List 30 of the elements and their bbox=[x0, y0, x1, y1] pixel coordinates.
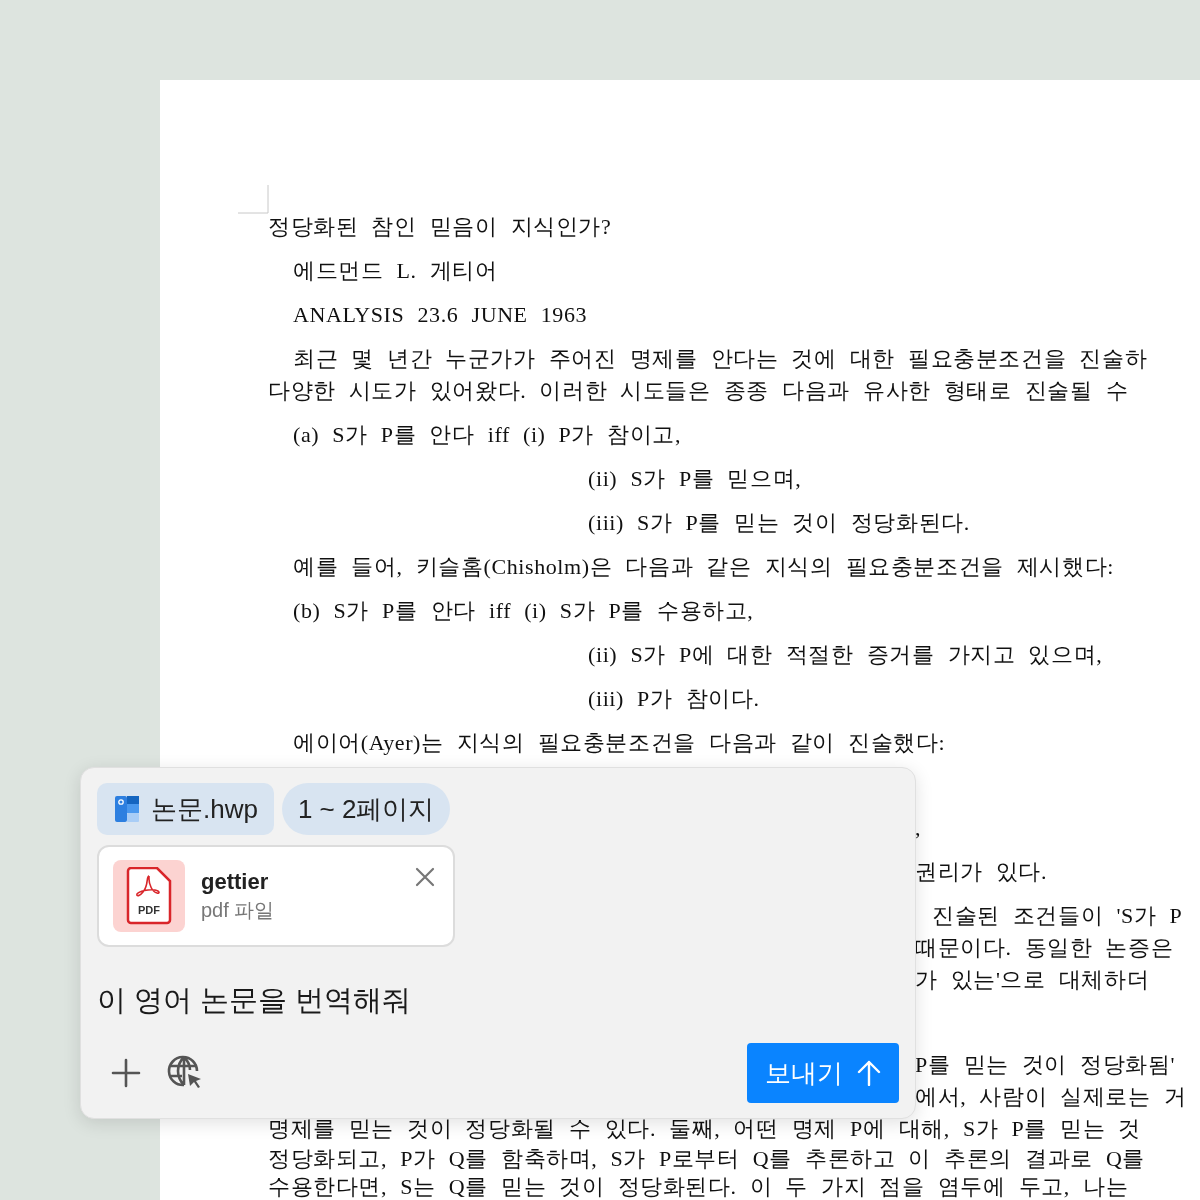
document-text-line: (ii) S가 P에 대한 적절한 증거를 가지고 있으며, bbox=[588, 642, 1103, 667]
document-text-line: 에드먼드 L. 게티어 bbox=[293, 258, 498, 283]
page-range-chip[interactable]: 1 ~ 2페이지 bbox=[281, 783, 451, 835]
send-button[interactable]: 보내기 bbox=[747, 1043, 899, 1103]
document-text-line: , bbox=[915, 815, 922, 840]
file-type-label: PDF bbox=[137, 904, 161, 916]
document-text-line: 가 있는'으로 대체하더 bbox=[915, 967, 1150, 992]
document-text-line: 최근 몇 년간 누군가가 주어진 명제를 안다는 것에 대한 필요충분조건을 진술하 bbox=[293, 346, 1148, 371]
document-text-line: 진술된 조건들이 'S가 P bbox=[932, 903, 1183, 928]
document-text-line: P를 믿는 것이 정당화됨' bbox=[915, 1052, 1176, 1077]
document-text-line: (iii) P가 참이다. bbox=[588, 686, 760, 711]
document-text-line: (b) S가 P를 안다 iff (i) S가 P를 수용하고, bbox=[293, 598, 754, 623]
document-text-line: 때문이다. 동일한 논증은 bbox=[915, 935, 1174, 960]
document-text-line: 다양한 시도가 있어왔다. 이러한 시도들은 종종 다음과 유사한 형태로 진술될 수 bbox=[268, 378, 1129, 403]
document-text-line: 정당화된 참인 믿음이 지식인가? bbox=[268, 214, 612, 239]
document-text-line: 에이어(Ayer)는 지식의 필요충분조건을 다음과 같이 진술했다: bbox=[293, 730, 946, 755]
document-text-line: 수용한다면, S는 Q를 믿는 것이 정당화된다. 이 두 가지 점을 염두에 두고, 나는 bbox=[268, 1174, 1129, 1199]
document-text-line: 에서, 사람이 실제로는 거 bbox=[915, 1084, 1187, 1109]
document-text-line: (iii) S가 P를 믿는 것이 정당화된다. bbox=[588, 510, 970, 535]
file-type: pdf 파일 bbox=[201, 897, 275, 923]
document-text-line: (ii) S가 P를 믿으며, bbox=[588, 466, 802, 491]
document-chip[interactable]: 논문.hwp bbox=[97, 783, 274, 835]
prompt-text[interactable]: 이 영어 논문을 번역해줘 bbox=[97, 981, 899, 1021]
file-name: gettier bbox=[201, 868, 269, 895]
document-text-line: ANALYSIS 23.6 JUNE 1963 bbox=[293, 302, 588, 327]
document-text-line: (a) S가 P를 안다 iff (i) P가 참이고, bbox=[293, 422, 682, 447]
document-text-line: 정당화되고, P가 Q를 함축하며, S가 P로부터 Q를 추론하고 이 추론의 결과로 Q를 bbox=[268, 1146, 1146, 1171]
document-text-line: 명제를 믿는 것이 정당화될 수 있다. 둘째, 어떤 명제 P에 대해, S가 P를 믿는 것 bbox=[268, 1116, 1141, 1141]
document-text-line: 권리가 있다. bbox=[915, 859, 1048, 884]
document-text-line: 예를 들어, 키슬홈(Chisholm)은 다음과 같은 지식의 필요충분조건을 제시했다: bbox=[293, 554, 1114, 579]
